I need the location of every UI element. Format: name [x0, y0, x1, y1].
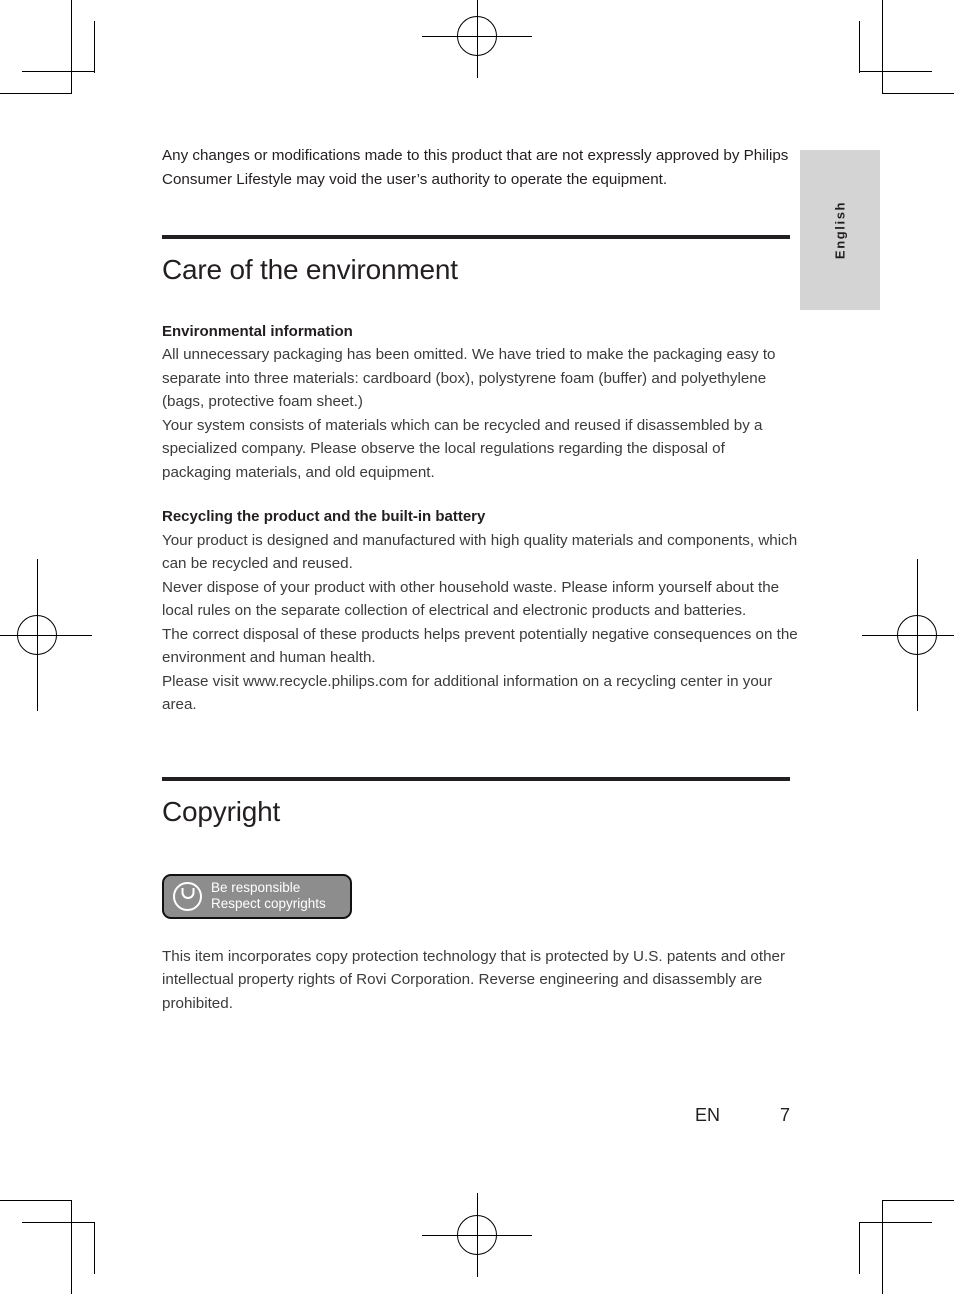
subsection-paragraph: All unnecessary packaging has been omitt…	[162, 346, 776, 411]
crop-mark-bottom-right-inner-h	[859, 1222, 932, 1223]
registration-mark-circle	[17, 615, 57, 655]
subsection-paragraph: Your system consists of materials which …	[162, 416, 763, 481]
crop-mark-top-left-inner-v	[94, 21, 95, 73]
section-copyright: Copyright Be responsible Respect copyrig…	[162, 776, 792, 1015]
badge-text: Be responsible Respect copyrights	[211, 880, 326, 912]
subsection-recycling-the-product: Recycling the product and the built-in b…	[162, 505, 798, 717]
crop-mark-bottom-right-outer-h	[882, 1200, 954, 1201]
crop-mark-top-left-outer-v	[71, 0, 72, 94]
section-rule	[162, 235, 790, 239]
subsection-paragraph: Please visit www.recycle.philips.com for…	[162, 672, 773, 714]
crop-mark-bottom-right-outer-v	[882, 1200, 883, 1294]
crop-mark-bottom-left-outer-h	[0, 1200, 72, 1201]
be-responsible-badge: Be responsible Respect copyrights	[162, 873, 352, 919]
badge-line-2: Respect copyrights	[211, 896, 326, 912]
language-tab: English	[800, 150, 880, 310]
registration-mark-circle	[457, 16, 497, 56]
crop-mark-bottom-right-inner-v	[859, 1222, 860, 1274]
crop-mark-top-left-inner-h	[22, 71, 95, 72]
page-footer: EN 7	[640, 1105, 800, 1126]
footer-language-code: EN	[694, 1105, 720, 1125]
crop-mark-bottom-left-inner-v	[94, 1222, 95, 1274]
power-circle-icon	[173, 881, 202, 911]
subsection-heading: Environmental information	[162, 322, 353, 340]
intro-paragraph: Any changes or modifications made to thi…	[162, 147, 789, 188]
subsection-heading: Recycling the product and the built-in b…	[162, 508, 486, 526]
document-page: English Any changes or modifications mad…	[0, 0, 954, 1294]
section-rule	[162, 776, 790, 781]
subsection-paragraph: Your product is designed and manufacture…	[162, 531, 798, 573]
crop-mark-top-right-outer-v	[882, 0, 883, 94]
registration-mark-circle	[457, 1215, 497, 1255]
subsection-paragraph: Never dispose of your product with other…	[162, 578, 780, 620]
copyright-paragraph: This item incorporates copy protection t…	[162, 947, 786, 1012]
subsection-paragraph: The correct disposal of these products h…	[162, 625, 798, 667]
page-content: Any changes or modifications made to thi…	[162, 144, 798, 1015]
crop-mark-top-left-outer-h	[0, 93, 72, 94]
crop-mark-top-right-outer-h	[882, 93, 954, 94]
section-care-of-the-environment: Care of the environment Environmental in…	[162, 235, 798, 717]
badge-line-1: Be responsible	[211, 880, 301, 896]
section-title: Care of the environment	[162, 254, 458, 285]
crop-mark-top-right-inner-h	[859, 71, 932, 72]
crop-mark-bottom-left-outer-v	[71, 1200, 72, 1294]
footer-page-number: 7	[779, 1105, 790, 1125]
crop-mark-top-right-inner-v	[859, 21, 860, 73]
language-tab-label: English	[832, 200, 848, 260]
subsection-environmental-information: Environmental information All unnecessar…	[162, 320, 792, 485]
crop-mark-bottom-left-inner-h	[22, 1222, 95, 1223]
section-title: Copyright	[162, 795, 281, 827]
registration-mark-circle	[897, 615, 937, 655]
